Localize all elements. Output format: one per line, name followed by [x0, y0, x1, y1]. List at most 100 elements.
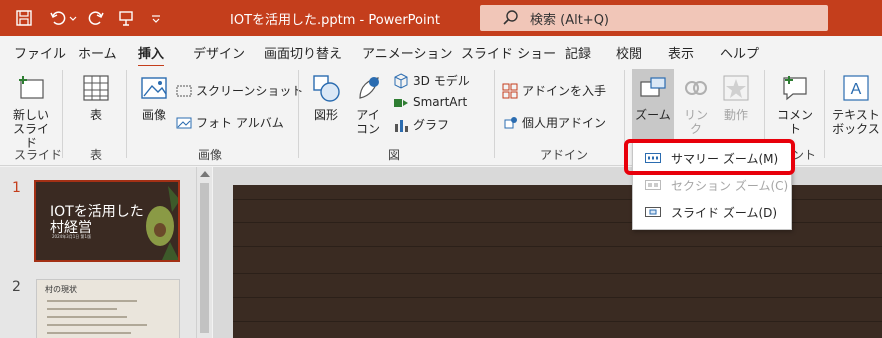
wood-grain [233, 246, 882, 247]
addin-icon [504, 116, 517, 128]
shapes-icon [313, 75, 340, 102]
scroll-up-arrow-icon[interactable] [200, 171, 210, 177]
section-zoom-item[interactable]: セクション ズーム(C) [633, 172, 791, 198]
smartart-icon [394, 99, 408, 107]
new-slide-icon [19, 76, 44, 99]
search-box[interactable]: 検索 (Alt+Q) [480, 5, 828, 31]
photo-album-button[interactable]: フォト アルバム [176, 114, 284, 131]
zoom-icon [640, 77, 666, 97]
ribbon-tabs: ファイル ホーム 挿入 デザイン 画面切り替え アニメーション スライド ショー… [0, 36, 882, 68]
chart-icon [395, 119, 408, 132]
textbox-label: テキスト ボックス [832, 108, 880, 136]
screenshot-button[interactable]: スクリーンショット [176, 82, 303, 99]
slide-zoom-item[interactable]: スライド ズーム(D) [633, 199, 791, 225]
group-label-slides: スライド [14, 148, 63, 162]
new-slide-button[interactable]: 新しい スライド [8, 72, 54, 150]
tab-transitions[interactable]: 画面切り替え [264, 43, 342, 62]
divider [824, 70, 825, 158]
group-label-tables: 表 [90, 148, 103, 162]
images-button[interactable]: 画像 [134, 72, 174, 122]
slide-thumbnail-1[interactable]: IOTを活用した村経営 2024年3月1日 第1版 [34, 180, 180, 262]
scroll-thumb[interactable] [200, 183, 209, 333]
wood-grain [233, 321, 882, 322]
table-label: 表 [89, 108, 102, 122]
tab-home[interactable]: ホーム [78, 43, 117, 62]
group-label-addins: アドイン [540, 148, 589, 162]
tab-help[interactable]: ヘルプ [720, 43, 759, 62]
document-title: IOTを活用した.pptm - PowerPoint [230, 13, 440, 28]
chart-label: グラフ [413, 118, 450, 132]
slide-1-subtitle: 2024年3月1日 第1版 [52, 234, 92, 239]
icons-button[interactable]: アイ コン [348, 72, 388, 136]
undo-icon[interactable] [48, 8, 68, 28]
text-line [47, 300, 137, 302]
icons-label: アイ コン [355, 108, 380, 136]
3d-model-label: 3D モデル [413, 74, 470, 88]
action-star-icon [723, 75, 749, 101]
tab-file[interactable]: ファイル [14, 43, 66, 62]
search-icon [503, 10, 518, 25]
my-addins-button[interactable]: 個人用アドイン [502, 114, 606, 131]
divider [298, 70, 299, 158]
undo-dropdown-icon[interactable] [68, 8, 78, 28]
textbox-button[interactable]: A テキスト ボックス [830, 72, 882, 136]
divider [62, 70, 63, 158]
tab-insert[interactable]: 挿入 [138, 43, 165, 68]
image-icon [141, 77, 167, 99]
store-icon [502, 83, 518, 98]
shapes-label: 図形 [313, 108, 338, 122]
customize-toolbar-icon[interactable] [146, 8, 166, 28]
link-button[interactable]: リン ク [678, 72, 714, 136]
comment-button[interactable]: コメント [772, 72, 818, 136]
3d-model-button[interactable]: 3D モデル [393, 72, 470, 89]
section-zoom-label: セクション ズーム(C) [671, 178, 789, 193]
group-label-comments: ント [792, 148, 817, 162]
text-line [47, 316, 127, 318]
slide-thumbnail-2[interactable]: 村の現状 [36, 279, 180, 338]
textbox-icon: A [843, 75, 869, 101]
screenshot-icon [176, 85, 192, 96]
photo-album-label: フォト アルバム [196, 116, 284, 130]
tab-animations[interactable]: アニメーション [362, 43, 452, 62]
tab-design[interactable]: デザイン [193, 43, 245, 62]
thumbnail-scrollbar[interactable] [196, 167, 212, 338]
annotation-highlight-box [624, 139, 795, 175]
smartart-label: SmartArt [413, 95, 468, 109]
text-line [47, 332, 131, 334]
my-addins-label: 個人用アドイン [522, 116, 607, 130]
slide-number-2: 2 [12, 279, 21, 295]
images-label: 画像 [141, 108, 166, 122]
slide-2-title: 村の現状 [45, 285, 77, 294]
group-label-images: 画像 [198, 148, 223, 162]
tab-slideshow[interactable]: スライド ショー [461, 43, 556, 62]
get-addins-label: アドインを入手 [522, 84, 607, 98]
link-label: リン ク [683, 108, 708, 136]
save-icon[interactable] [14, 8, 34, 28]
avocado-photo [146, 186, 178, 260]
section-zoom-icon [645, 180, 661, 190]
action-button[interactable]: 動作 [718, 72, 754, 122]
divider [494, 70, 495, 158]
new-slide-label: 新しい スライド [12, 108, 49, 150]
group-label-illustrations: 図 [388, 148, 401, 162]
shapes-button[interactable]: 図形 [306, 72, 346, 122]
tab-view[interactable]: 表示 [668, 43, 694, 62]
table-button[interactable]: 表 [76, 72, 116, 122]
redo-icon[interactable] [86, 8, 106, 28]
3d-cube-icon [394, 72, 408, 89]
zoom-button[interactable]: ズーム [632, 72, 674, 122]
svg-text:A: A [851, 81, 862, 98]
wood-grain [233, 273, 882, 274]
tab-review[interactable]: 校閲 [616, 43, 642, 62]
text-line [47, 324, 147, 326]
link-icon [685, 81, 707, 95]
icons-icon [359, 77, 379, 99]
smartart-button[interactable]: SmartArt [393, 94, 467, 110]
get-addins-button[interactable]: アドインを入手 [502, 82, 606, 99]
chart-button[interactable]: グラフ [393, 116, 449, 133]
presentation-icon[interactable] [116, 8, 136, 28]
wood-grain [233, 297, 882, 298]
slide-zoom-label: スライド ズーム(D) [671, 205, 778, 220]
tab-record[interactable]: 記録 [565, 43, 591, 62]
slide-number-1: 1 [12, 180, 21, 196]
